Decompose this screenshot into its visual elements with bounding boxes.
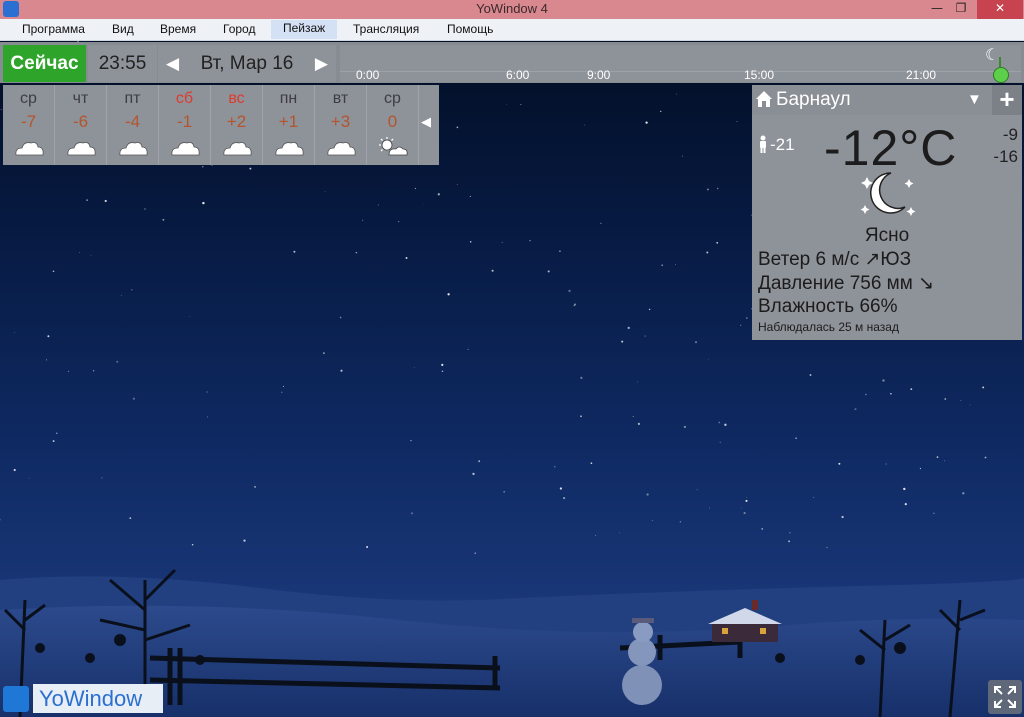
moon-icon: ☾ [985,45,1000,64]
sun-cloud-icon [379,137,408,156]
maximize-button[interactable]: ❐ [946,0,976,19]
forecast-day[interactable]: ср 0 [367,85,419,165]
timeline-label-4: 21:00 [906,68,937,82]
menu-bar: Программа Вид Время Город Пейзаж Трансля… [0,19,1024,41]
forecast-day-name: пн [279,90,298,107]
date-selector: ◀ Вт, Мар 16 ▶ [158,45,336,82]
wind-info: Ветер 6 м/с ↗ЮЗ [758,249,912,270]
clear-night-moon-icon [860,172,916,216]
forecast-day-temp: +1 [278,112,299,131]
weather-panel: Барнаул ▼ + -21 -12°C -9 -16 Ясно Ветер … [752,85,1022,340]
cloud-icon [67,142,96,156]
menu-landscape[interactable]: Пейзаж [271,20,338,39]
cloud-icon [223,142,252,156]
next-day-icon[interactable]: ▶ [315,45,328,82]
timeline-label-1: 6:00 [506,68,530,82]
collapse-forecast-icon[interactable]: ◀ [421,115,439,137]
forecast-day-name: ср [20,90,37,107]
timeline-label-2: 9:00 [587,68,611,82]
feels-like-temp: -21 [770,135,795,154]
forecast-day-name: ср [384,90,401,107]
window-title: YoWindow 4 [476,1,548,16]
cloud-icon [15,142,44,156]
high-temp: -9 [1002,125,1018,144]
forecast-day-name: вт [332,90,349,107]
timeline-handle[interactable] [993,67,1009,83]
menu-time[interactable]: Время [160,22,196,36]
yowindow-logo[interactable]: YoWindow [3,684,163,713]
forecast-day-temp: -4 [124,112,141,131]
low-temp: -16 [993,147,1018,166]
person-icon [760,135,766,153]
forecast-day-name: чт [72,90,89,107]
forecast-day-temp: -6 [72,112,89,131]
city-name[interactable]: Барнаул [776,89,851,111]
forecast-day-temp: 0 [387,112,398,131]
forecast-day-name: сб [175,90,194,107]
forecast-day[interactable]: ср -7 [3,85,55,165]
cloud-icon [119,142,148,156]
forecast-day[interactable]: вс +2 [211,85,263,165]
condition-text: Ясно [864,225,910,246]
logo-sun-icon [3,686,29,712]
menu-view[interactable]: Вид [112,22,134,36]
cloud-icon [327,142,356,156]
title-bar: YoWindow 4 — ❐ ✕ [0,0,1024,19]
forecast-day-temp: -1 [176,112,193,131]
menu-program[interactable]: Программа [22,22,85,36]
forecast-day-name: пт [124,90,141,107]
time-bar: Сейчас 23:55 ◀ Вт, Мар 16 ▶ 0:00 6:00 9:… [0,42,1024,83]
forecast-day[interactable]: чт -6 [55,85,107,165]
forecast-day[interactable]: сб -1 [159,85,211,165]
fullscreen-icon[interactable] [988,680,1022,714]
humidity-info: Влажность 66% [758,296,898,317]
forecast-strip: ср -7 чт -6 пт -4 сб -1 вс +2 пн +1 вт +3 ср 0 ◀ [3,85,439,165]
forecast-day[interactable]: пт -4 [107,85,159,165]
home-icon[interactable] [755,90,773,108]
menu-city[interactable]: Город [223,22,255,36]
date-label: Вт, Мар 16 [200,53,294,74]
menu-help[interactable]: Помощь [447,22,493,36]
add-city-button[interactable]: + [992,85,1022,115]
close-button[interactable]: ✕ [977,0,1023,19]
timeline-slider[interactable]: 0:00 6:00 9:00 15:00 21:00 ☾ [340,45,1021,83]
observed-time: Наблюдалась 25 м назад [758,320,899,334]
forecast-day-temp: +3 [330,112,351,131]
cloud-icon [171,142,200,156]
cloud-icon [275,142,304,156]
pressure-info: Давление 756 мм ↘ [758,273,935,294]
panel-header: Барнаул ▼ + [752,85,1022,115]
logo-text: YoWindow [33,684,163,713]
city-dropdown-icon[interactable]: ▼ [967,91,982,108]
now-button[interactable]: Сейчас [3,45,86,82]
forecast-day-temp: +2 [226,112,247,131]
timeline-label-0: 0:00 [356,68,380,82]
menu-broadcast[interactable]: Трансляция [353,22,419,36]
forecast-day[interactable]: пн +1 [263,85,315,165]
forecast-day-name: вс [228,90,245,107]
forecast-day-temp: -7 [20,112,37,131]
timeline-label-3: 15:00 [744,68,775,82]
forecast-day[interactable]: вт +3 [315,85,367,165]
prev-day-icon[interactable]: ◀ [166,45,179,82]
clock-display: 23:55 [88,45,157,82]
